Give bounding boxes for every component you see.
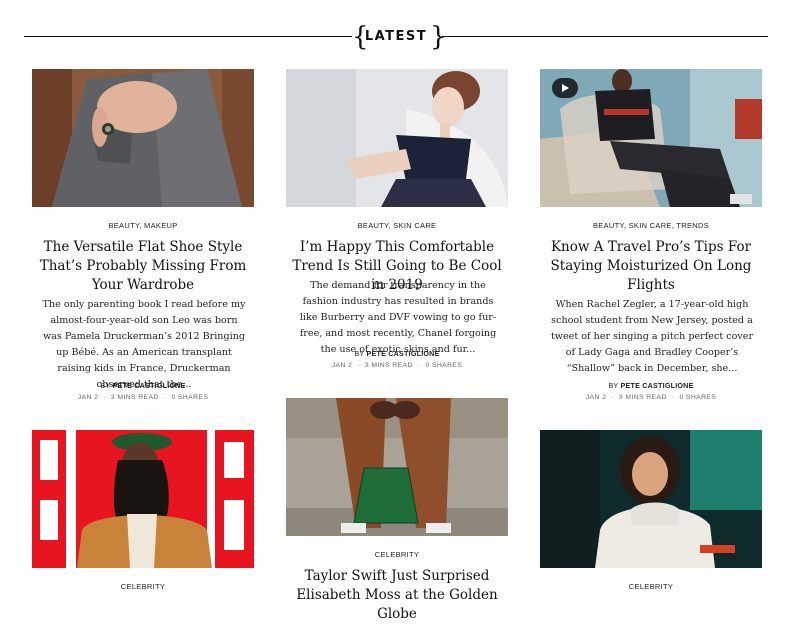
article-image-graphic xyxy=(32,430,254,568)
article-read-time: 3 MINS READ xyxy=(618,394,667,401)
article-categories[interactable]: CELEBRITY xyxy=(286,550,508,559)
article-byline: BY PETE CASTIGLIONE xyxy=(540,381,762,390)
article-excerpt: The only parenting book I read before my… xyxy=(42,299,246,390)
article-image-graphic xyxy=(286,398,508,536)
meta-separator: · xyxy=(671,394,675,401)
article-image-graphic xyxy=(540,430,762,568)
author-link[interactable]: PETE CASTIGLIONE xyxy=(366,349,439,358)
article-title[interactable]: Know A Travel Pro’s Tips For Staying Moi… xyxy=(540,238,762,295)
meta-separator: · xyxy=(103,394,106,401)
article-card[interactable]: BEAUTY, SKIN CARE, TRENDS Know A Travel … xyxy=(540,69,762,409)
article-card[interactable]: CELEBRITY xyxy=(32,430,254,600)
article-card[interactable]: BEAUTY, SKIN CARE I’m Happy This Comfort… xyxy=(286,69,508,379)
article-byline: BY PETE CASTIGLIONE xyxy=(286,349,508,358)
article-image[interactable] xyxy=(540,430,762,568)
article-categories[interactable]: BEAUTY, MAKEUP xyxy=(32,221,254,230)
article-read-time: 3 MINS READ xyxy=(110,394,159,401)
meta-separator: · xyxy=(611,394,614,401)
article-image[interactable] xyxy=(540,69,762,207)
article-image[interactable] xyxy=(32,69,254,207)
article-title[interactable]: The Versatile Flat Shoe Style That’s Pro… xyxy=(32,238,254,295)
right-brace-ornament: } xyxy=(430,22,447,52)
article-shares: 0 SHARES xyxy=(679,394,717,401)
article-excerpt: When Rachel Zegler, a 17-year-old high s… xyxy=(550,299,754,374)
header-rule-right xyxy=(442,36,768,37)
article-card[interactable]: CELEBRITY xyxy=(540,430,762,600)
article-image-graphic xyxy=(32,69,254,207)
article-read-time: 3 MINS READ xyxy=(364,362,413,369)
byline-prefix: BY xyxy=(100,381,111,390)
section-title: LATEST xyxy=(364,29,428,44)
header-rule-left xyxy=(24,36,352,37)
article-meta: JAN 2 · 3 MINS READ · 0 SHARES xyxy=(540,394,762,401)
byline-prefix: BY xyxy=(354,349,365,358)
author-link[interactable]: PETE CASTIGLIONE xyxy=(620,381,693,390)
article-byline: BY PETE CASTIGLIONE xyxy=(32,381,254,390)
meta-separator: · xyxy=(163,394,167,401)
article-categories[interactable]: CELEBRITY xyxy=(32,582,254,591)
article-image[interactable] xyxy=(286,398,508,536)
article-categories[interactable]: CELEBRITY xyxy=(540,582,762,591)
video-play-icon[interactable] xyxy=(552,78,578,98)
article-meta: JAN 2 · 3 MINS READ · 0 SHARES xyxy=(286,362,508,369)
meta-separator: · xyxy=(357,362,360,369)
article-shares: 0 SHARES xyxy=(171,394,209,401)
article-image-graphic xyxy=(286,69,508,207)
author-link[interactable]: PETE CASTIGLIONE xyxy=(112,381,185,390)
article-excerpt: The demand for transparency in the fashi… xyxy=(299,280,497,355)
article-title[interactable]: Taylor Swift Just Surprised Elisabeth Mo… xyxy=(286,567,508,624)
article-image[interactable] xyxy=(32,430,254,568)
meta-separator: · xyxy=(417,362,421,369)
article-image[interactable] xyxy=(286,69,508,207)
article-date: JAN 2 xyxy=(77,394,99,401)
article-meta: JAN 2 · 3 MINS READ · 0 SHARES xyxy=(32,394,254,401)
section-header: { LATEST } xyxy=(24,24,768,52)
article-categories[interactable]: BEAUTY, SKIN CARE, TRENDS xyxy=(540,221,762,230)
article-date: JAN 2 xyxy=(331,362,353,369)
play-triangle xyxy=(562,84,569,92)
article-shares: 0 SHARES xyxy=(425,362,463,369)
article-card[interactable]: CELEBRITY Taylor Swift Just Surprised El… xyxy=(286,398,508,622)
article-card[interactable]: BEAUTY, MAKEUP The Versatile Flat Shoe S… xyxy=(32,69,254,409)
article-categories[interactable]: BEAUTY, SKIN CARE xyxy=(286,221,508,230)
byline-prefix: BY xyxy=(608,381,619,390)
article-date: JAN 2 xyxy=(585,394,607,401)
